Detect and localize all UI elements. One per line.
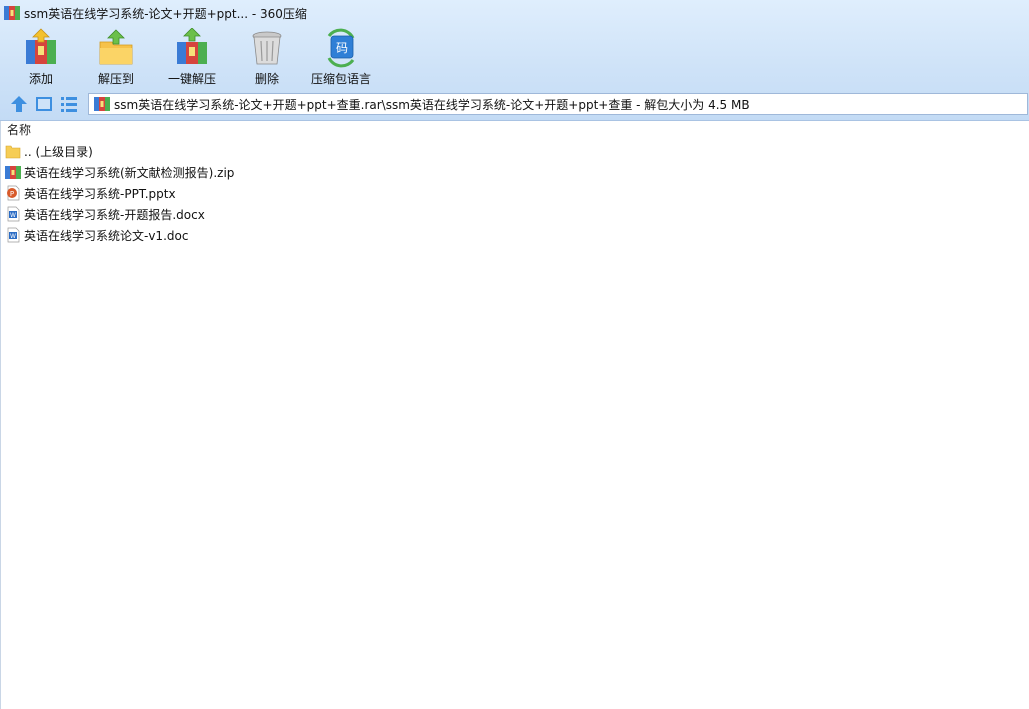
zip-archive-icon xyxy=(5,166,21,179)
one-click-extract-icon xyxy=(177,28,207,64)
extract-to-icon xyxy=(99,29,133,65)
thumbnail-view-icon[interactable] xyxy=(34,94,54,114)
svg-text:W: W xyxy=(10,233,16,240)
list-item-pptx[interactable]: P 英语在线学习系统-PPT.pptx xyxy=(3,182,403,202)
archive-language-button[interactable]: 码 压缩包语言 xyxy=(309,28,373,87)
add-button-label: 添加 xyxy=(28,72,53,86)
up-level-icon[interactable] xyxy=(9,94,29,114)
list-item-parent-directory[interactable]: .. (上级目录) xyxy=(3,140,403,160)
list-item-name: 英语在线学习系统论文-v1.doc xyxy=(24,229,189,243)
delete-label: 删除 xyxy=(254,72,279,86)
file-list: 名称 .. (上级目录) 英语在线学习系统(新文献检测报告).zip P 英语在… xyxy=(0,121,1029,709)
main-toolbar: 添加 解压到 一键解压 删除 码 压缩包语言 xyxy=(0,28,1029,88)
doc-file-icon: W xyxy=(7,227,20,243)
list-item-name: 英语在线学习系统-PPT.pptx xyxy=(24,187,176,201)
svg-text:P: P xyxy=(10,190,14,198)
app-logo-icon xyxy=(4,6,20,20)
delete-icon xyxy=(252,31,282,65)
window-chrome: ssm英语在线学习系统-论文+开题+ppt... - 360压缩 添加 解压到 xyxy=(0,0,1029,121)
one-click-extract-button[interactable]: 一键解压 xyxy=(165,28,219,87)
address-bar: ssm英语在线学习系统-论文+开题+ppt+查重.rar\ssm英语在线学习系统… xyxy=(0,92,1029,116)
list-view-icon[interactable] xyxy=(59,94,79,114)
column-header-name[interactable]: 名称 xyxy=(7,121,31,138)
list-item-name: 英语在线学习系统-开题报告.docx xyxy=(24,208,205,222)
extract-to-button[interactable]: 解压到 xyxy=(93,28,139,87)
add-button[interactable]: 添加 xyxy=(18,28,64,87)
list-item-name: 英语在线学习系统(新文献检测报告).zip xyxy=(24,166,235,180)
archive-language-icon: 码 xyxy=(327,28,355,68)
svg-text:W: W xyxy=(10,212,16,219)
rar-archive-icon xyxy=(94,97,110,111)
list-item-zip[interactable]: 英语在线学习系统(新文献检测报告).zip xyxy=(3,161,403,181)
list-item-docx[interactable]: W 英语在线学习系统-开题报告.docx xyxy=(3,203,403,223)
archive-language-label: 压缩包语言 xyxy=(310,72,371,86)
list-item-doc[interactable]: W 英语在线学习系统论文-v1.doc xyxy=(3,224,403,244)
title-bar: ssm英语在线学习系统-论文+开题+ppt... - 360压缩 xyxy=(0,0,1029,26)
docx-file-icon: W xyxy=(7,206,20,222)
pptx-file-icon: P xyxy=(7,185,20,201)
list-item-name: .. (上级目录) xyxy=(24,145,93,159)
window-title: ssm英语在线学习系统-论文+开题+ppt... - 360压缩 xyxy=(24,7,307,21)
delete-button[interactable]: 删除 xyxy=(244,28,290,87)
one-click-extract-label: 一键解压 xyxy=(167,72,216,86)
svg-text:码: 码 xyxy=(336,41,348,55)
folder-icon xyxy=(5,145,21,159)
extract-to-label: 解压到 xyxy=(97,72,134,86)
path-field[interactable]: ssm英语在线学习系统-论文+开题+ppt+查重.rar\ssm英语在线学习系统… xyxy=(88,93,1028,115)
add-archive-icon xyxy=(26,28,56,64)
path-text: ssm英语在线学习系统-论文+开题+ppt+查重.rar\ssm英语在线学习系统… xyxy=(114,98,750,112)
